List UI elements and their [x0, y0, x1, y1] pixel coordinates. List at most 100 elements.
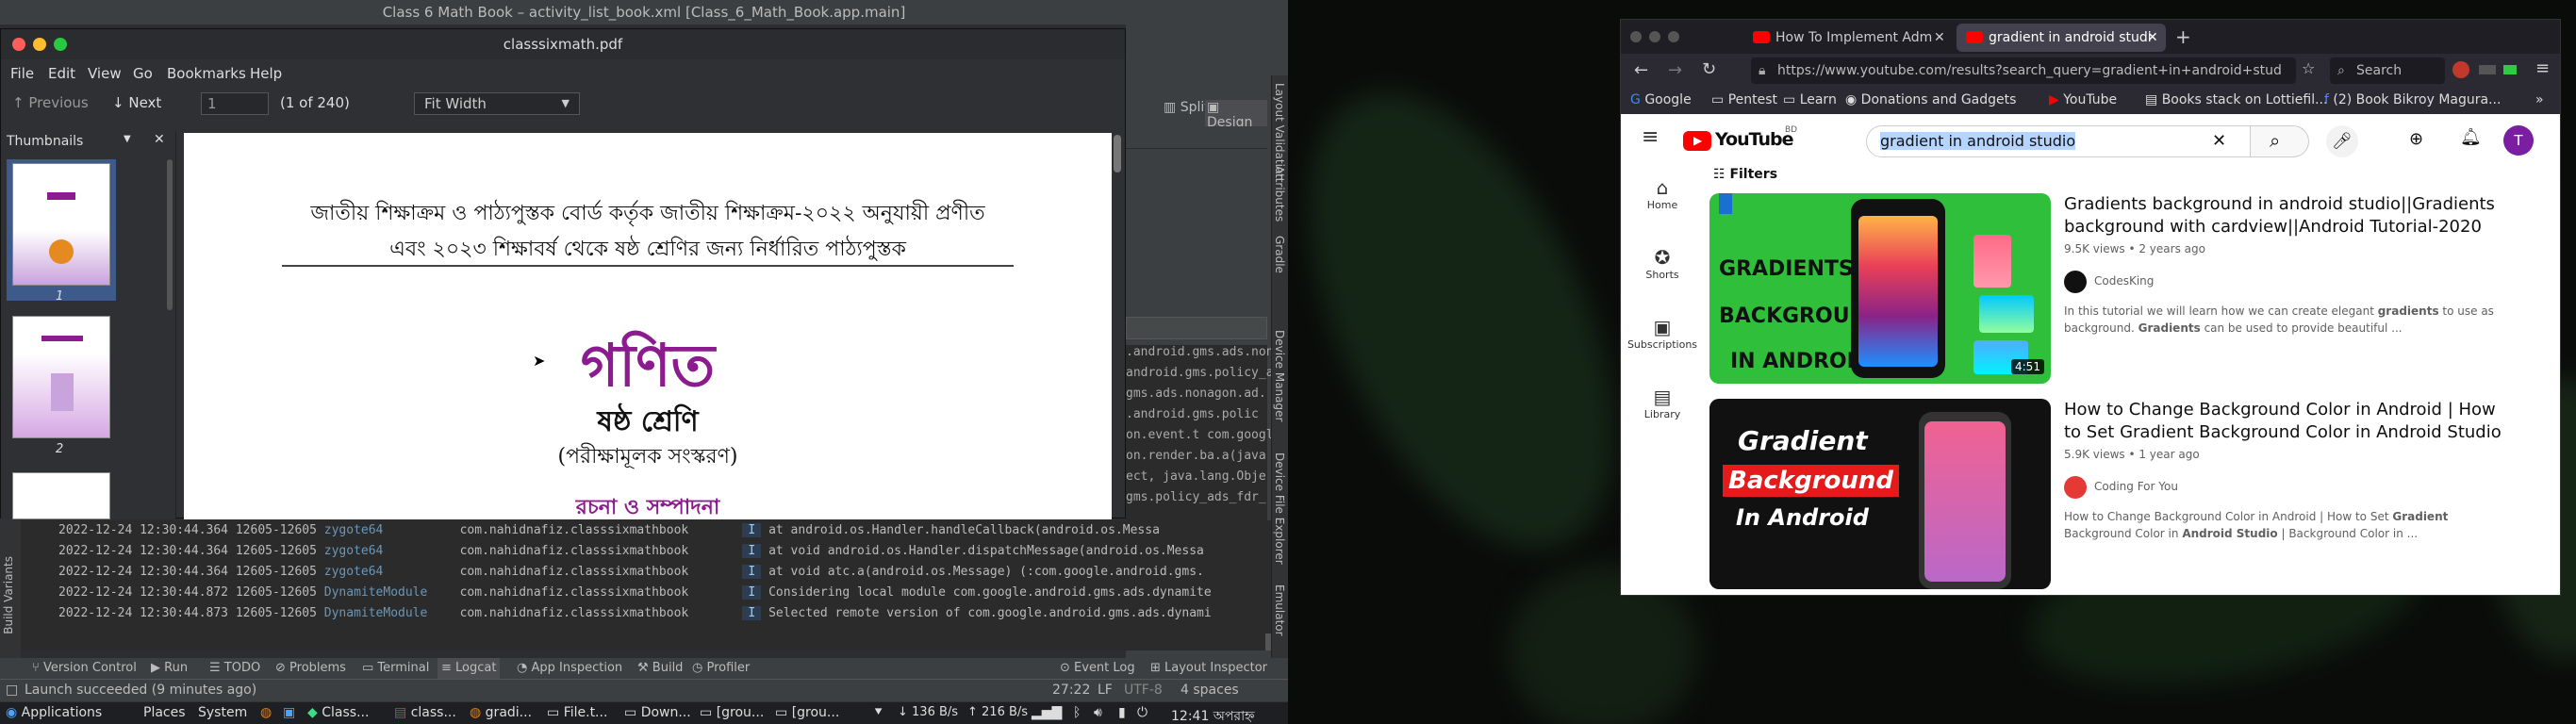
window-maximize-button[interactable]	[1668, 31, 1679, 42]
channel-name-1[interactable]: CodesKing	[2094, 274, 2154, 288]
channel-name-2[interactable]: Coding For You	[2094, 480, 2178, 493]
tab-app-inspection[interactable]: ◔ App Inspection	[517, 658, 622, 679]
reload-icon[interactable]: ↻	[1702, 59, 1716, 79]
page-number-input[interactable]: 1	[201, 92, 269, 115]
system-menu[interactable]: System	[198, 705, 247, 720]
menu-file[interactable]: File	[10, 65, 34, 82]
menu-edit[interactable]: Edit	[48, 65, 75, 82]
youtube-search-button[interactable]: ⌕	[2251, 125, 2309, 157]
tab-version-control[interactable]: ⑂ Version Control	[32, 658, 137, 679]
taskbar-item-file[interactable]: ▭ File.t...	[547, 705, 607, 720]
more-bookmarks-icon[interactable]: »	[2535, 92, 2544, 107]
sidebar-menu-icon[interactable]: ▼	[124, 134, 131, 144]
power-icon[interactable]: ⏻	[1137, 705, 1148, 720]
volume-icon[interactable]: 🔊︎	[1094, 705, 1102, 720]
device-manager-tab[interactable]: Device Manager	[1273, 330, 1286, 421]
video-title-1[interactable]: Gradients background in android studio||…	[2064, 193, 2507, 239]
design-mode-split[interactable]: ▥ Split	[1164, 100, 1210, 115]
hamburger-menu-icon[interactable]: ≡	[1642, 125, 1659, 149]
clear-search-icon[interactable]: ✕	[2212, 126, 2226, 156]
bookmark-books-stack[interactable]: ▤ Books stack on Lottiefil...	[2145, 92, 2327, 107]
page-thumbnail-1[interactable]	[12, 163, 110, 286]
extension-icon[interactable]	[2503, 65, 2517, 74]
menu-view[interactable]: View	[88, 65, 122, 82]
page-scrollbar[interactable]	[1114, 135, 1121, 173]
device-file-explorer-tab[interactable]: Device File Explorer	[1273, 452, 1286, 565]
tab-run[interactable]: ▶ Run	[151, 658, 188, 679]
browser-search-box[interactable]: ⌕ Search	[2330, 58, 2445, 84]
youtube-search-input[interactable]: gradient in android studio ✕	[1866, 125, 2251, 157]
forward-icon[interactable]: →	[1668, 60, 1682, 80]
sidebar-title[interactable]: Thumbnails	[7, 134, 83, 149]
page-thumbnail-2[interactable]	[12, 316, 110, 438]
attributes-tab[interactable]: Attributes	[1273, 166, 1286, 222]
file-encoding[interactable]: UTF-8	[1124, 683, 1163, 698]
voice-search-icon[interactable]: 🎤︎	[2326, 125, 2358, 157]
tab-problems[interactable]: ⊘ Problems	[275, 658, 346, 679]
cursor-position[interactable]: 27:22	[1052, 683, 1090, 698]
bookmark-star-icon[interactable]: ☆	[2302, 59, 2315, 77]
line-separator[interactable]: LF	[1098, 683, 1113, 698]
files-launcher-icon[interactable]: ▣	[283, 705, 295, 720]
tab-build[interactable]: ⚒ Build	[637, 658, 683, 679]
guide-library[interactable]: ▤ Library	[1621, 376, 1704, 438]
bookmark-youtube[interactable]: ▶ YouTube	[2049, 92, 2117, 107]
page-thumbnail-3[interactable]	[12, 472, 110, 519]
taskbar-item-browser[interactable]: ◍ gradi...	[470, 705, 532, 720]
channel-avatar[interactable]	[2064, 271, 2087, 293]
clock[interactable]: 12:41 অপরাহ্ন	[1171, 705, 1255, 724]
guide-home[interactable]: ⌂ Home	[1621, 167, 1704, 229]
browser-tab-2[interactable]: gradient in android studi ✕	[1957, 24, 2166, 52]
tab-todo[interactable]: ☰ TODO	[209, 658, 260, 679]
tab-terminal[interactable]: ▭ Terminal	[362, 658, 429, 679]
extension-icon[interactable]	[2452, 61, 2469, 78]
places-menu[interactable]: Places	[143, 705, 186, 720]
channel-avatar[interactable]	[2064, 476, 2087, 499]
previous-page-button[interactable]: ↑ Previous	[12, 94, 89, 111]
zoom-select[interactable]: Fit Width ▼	[414, 92, 580, 115]
build-variants-tab[interactable]: Build Variants	[2, 556, 15, 634]
network-icon[interactable]: ⯆	[873, 705, 883, 720]
close-tab-icon[interactable]: ✕	[1934, 24, 1945, 52]
firefox-launcher-icon[interactable]: ◍	[260, 705, 272, 720]
tab-logcat[interactable]: ≡ Logcat	[438, 658, 501, 679]
bookmark-learn[interactable]: ▭ Learn	[1783, 92, 1837, 107]
maximize-window-button[interactable]	[54, 38, 67, 51]
bookmark-donations[interactable]: ◉ Donations and Gadgets	[1845, 92, 2016, 107]
taskbar-item-group-2[interactable]: ▭ [grou...	[775, 705, 839, 720]
bookmark-pentest[interactable]: ▭ Pentest	[1711, 92, 1777, 107]
bluetooth-icon[interactable]: ᛒ	[1073, 705, 1081, 720]
video-thumbnail-2[interactable]: Gradient Background In Android	[1709, 399, 2051, 589]
extension-icon[interactable]	[2479, 65, 2496, 74]
back-icon[interactable]: ←	[1634, 60, 1648, 80]
minimize-window-button[interactable]	[33, 38, 46, 51]
taskbar-item-group-1[interactable]: ▭ [grou...	[700, 705, 764, 720]
bookmark-google[interactable]: G Google	[1630, 92, 1692, 107]
taskbar-item-ide[interactable]: ◆ Class...	[307, 705, 369, 720]
tab-event-log[interactable]: ⊙ Event Log	[1060, 658, 1135, 679]
notifications-bell-icon[interactable]: 🔔︎	[2460, 127, 2482, 147]
window-close-button[interactable]	[1630, 31, 1642, 42]
video-thumbnail-1[interactable]: GRADIENTS BACKGROUND IN ANDROID 4:51	[1709, 193, 2051, 384]
next-page-button[interactable]: ↓ Next	[112, 94, 161, 111]
bookmark-book-bikroy[interactable]: f (2) Book Bikroy Magura...	[2324, 92, 2501, 107]
account-avatar[interactable]: T	[2503, 125, 2534, 156]
window-minimize-button[interactable]	[1649, 31, 1660, 42]
close-tab-icon[interactable]: ✕	[2147, 24, 2158, 52]
guide-subscriptions[interactable]: ▣ Subscriptions	[1621, 306, 1704, 369]
tab-profiler[interactable]: ◷ Profiler	[692, 658, 750, 679]
applications-menu[interactable]: ◉ Applications	[6, 705, 102, 720]
browser-tab-1[interactable]: How To Implement Adm ✕	[1743, 24, 1953, 52]
menu-go[interactable]: Go	[133, 65, 153, 82]
taskbar-item-downloads[interactable]: ▭ Down...	[624, 705, 691, 720]
sidebar-scrollbar[interactable]	[167, 159, 173, 310]
emulator-tab[interactable]: Emulator	[1273, 584, 1286, 636]
filters-button[interactable]: ☷ Filters	[1713, 167, 1777, 182]
gradle-tab[interactable]: Gradle	[1273, 236, 1286, 273]
close-window-button[interactable]	[12, 38, 25, 51]
indent-setting[interactable]: 4 spaces	[1181, 683, 1239, 698]
url-bar[interactable]: 🔒︎ https://www.youtube.com/results?search…	[1751, 58, 2296, 84]
menu-bookmarks[interactable]: Bookmarks	[167, 65, 246, 82]
create-video-icon[interactable]: ⊕	[2409, 129, 2423, 149]
tab-layout-inspector[interactable]: ⊞ Layout Inspector	[1150, 658, 1267, 679]
